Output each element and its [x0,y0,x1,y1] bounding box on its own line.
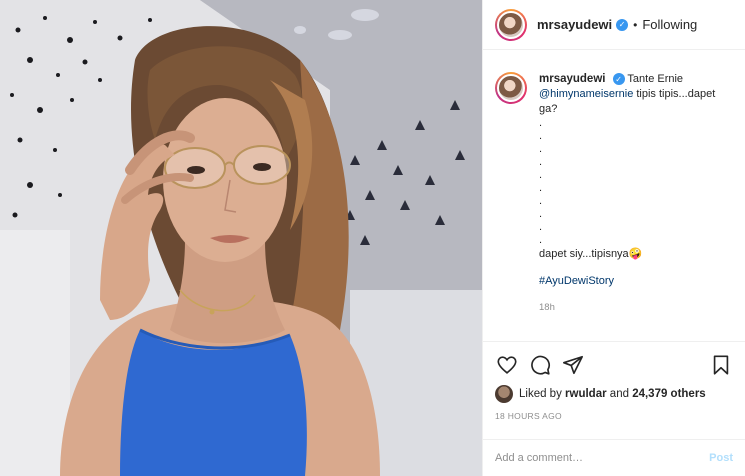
caption: mrsayudewi ✓ Tante Ernie @himynameiserni… [495,72,733,315]
following-button[interactable]: Following [642,17,697,32]
caption-dot: . [539,130,543,142]
caption-dot: . [539,182,543,194]
heart-icon[interactable] [495,353,519,377]
comments-section: mrsayudewi ✓ Tante Ernie @himynameiserni… [483,50,745,341]
author-avatar[interactable] [495,8,527,41]
post-timestamp[interactable]: 18 HOURS AGO [495,411,733,425]
caption-hashtag-link[interactable]: #AyuDewiStory [539,274,729,289]
action-icons-row [495,347,733,383]
avatar-image [497,10,525,39]
likes-count-link[interactable]: 24,379 others [632,388,706,400]
comment-icon[interactable] [528,353,552,377]
caption-avatar[interactable] [495,72,527,104]
post-header: mrsayudewi ✓ • Following [483,0,745,50]
verified-badge-icon: ✓ [616,18,629,31]
caption-mention-link[interactable]: @himynameisernie [539,88,633,100]
liker-username[interactable]: rwuldar [565,388,607,400]
caption-dot: . [539,208,543,220]
caption-dots: . . . . . . . . . . [539,117,729,247]
caption-line-end: dapet siy...tipisnya🤪 [539,248,643,260]
bookmark-icon[interactable] [709,353,733,377]
add-comment-bar: Post [483,439,745,476]
caption-text: mrsayudewi ✓ Tante Ernie @himynameiserni… [539,72,729,315]
post-actions: Liked by rwuldar and 24,379 others 18 HO… [483,341,745,425]
likes-middle: and [609,388,629,400]
likes-summary: Liked by rwuldar and 24,379 others [495,383,733,405]
caption-dot: . [539,221,543,233]
post-photo[interactable] [0,0,482,476]
selfie-image [0,0,482,476]
caption-dot: . [539,143,543,155]
caption-dot: . [539,195,543,207]
share-icon[interactable] [561,353,585,377]
caption-dot: . [539,117,543,129]
comment-input[interactable] [495,452,710,464]
caption-dot: . [539,156,543,168]
caption-dot: . [539,234,543,246]
avatar-image [497,74,525,102]
header-separator: • [633,17,638,32]
liker-avatar[interactable] [495,385,513,403]
caption-timestamp[interactable]: 18h [539,300,729,315]
post-comment-button[interactable]: Post [709,452,733,464]
instagram-post: mrsayudewi ✓ • Following mrsayudewi ✓ Ta… [0,0,745,476]
caption-username[interactable]: mrsayudewi [539,73,605,85]
author-username[interactable]: mrsayudewi [537,17,612,32]
likes-prefix: Liked by [519,388,562,400]
post-side-panel: mrsayudewi ✓ • Following mrsayudewi ✓ Ta… [482,0,745,476]
verified-badge-icon: ✓ [612,73,625,86]
caption-dot: . [539,169,543,181]
caption-text-prefix: Tante Ernie [627,73,684,85]
